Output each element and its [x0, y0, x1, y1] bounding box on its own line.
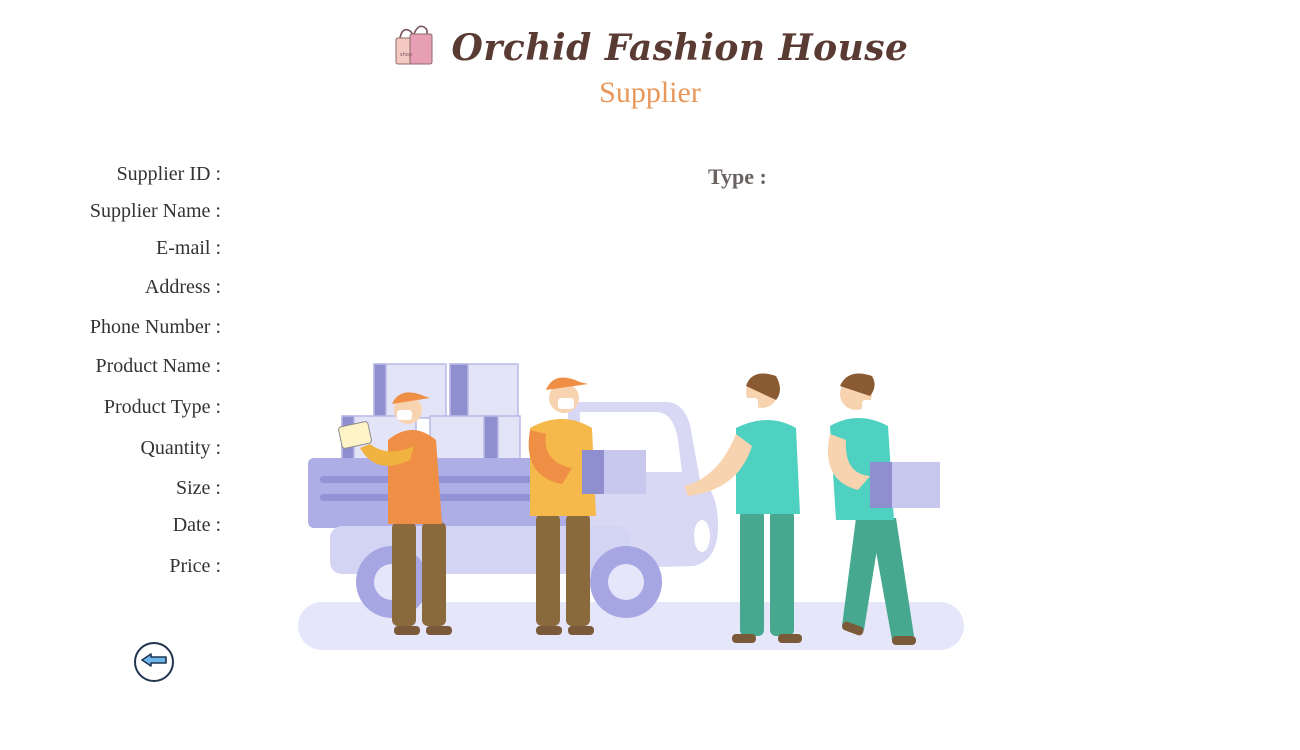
- brand-row: shop Orchid Fashion House: [0, 22, 1300, 74]
- page-subtitle: Supplier: [599, 76, 701, 109]
- brand-title: Orchid Fashion House: [451, 27, 909, 69]
- date-label: Date :: [172, 514, 221, 536]
- address-label: Address :: [144, 276, 221, 298]
- price-label: Price :: [169, 555, 221, 577]
- size-label: Size :: [176, 477, 221, 499]
- supplier-name-label: Supplier Name :: [89, 200, 221, 222]
- email-label: E-mail :: [156, 237, 221, 259]
- delivery-illustration: [290, 350, 980, 665]
- product-name-label: Product Name :: [95, 355, 221, 377]
- type-label: Type :: [708, 164, 767, 189]
- back-button[interactable]: [134, 642, 174, 682]
- supplier-id-label: Supplier ID :: [116, 163, 221, 185]
- shopping-bags-icon: shop: [392, 24, 438, 73]
- quantity-label: Quantity :: [140, 437, 221, 459]
- svg-text:shop: shop: [400, 52, 412, 58]
- page-header: shop Orchid Fashion House Supplier: [0, 22, 1300, 110]
- phone-number-label: Phone Number :: [89, 316, 221, 338]
- arrow-left-icon: [140, 652, 168, 673]
- product-type-label: Product Type :: [103, 396, 221, 418]
